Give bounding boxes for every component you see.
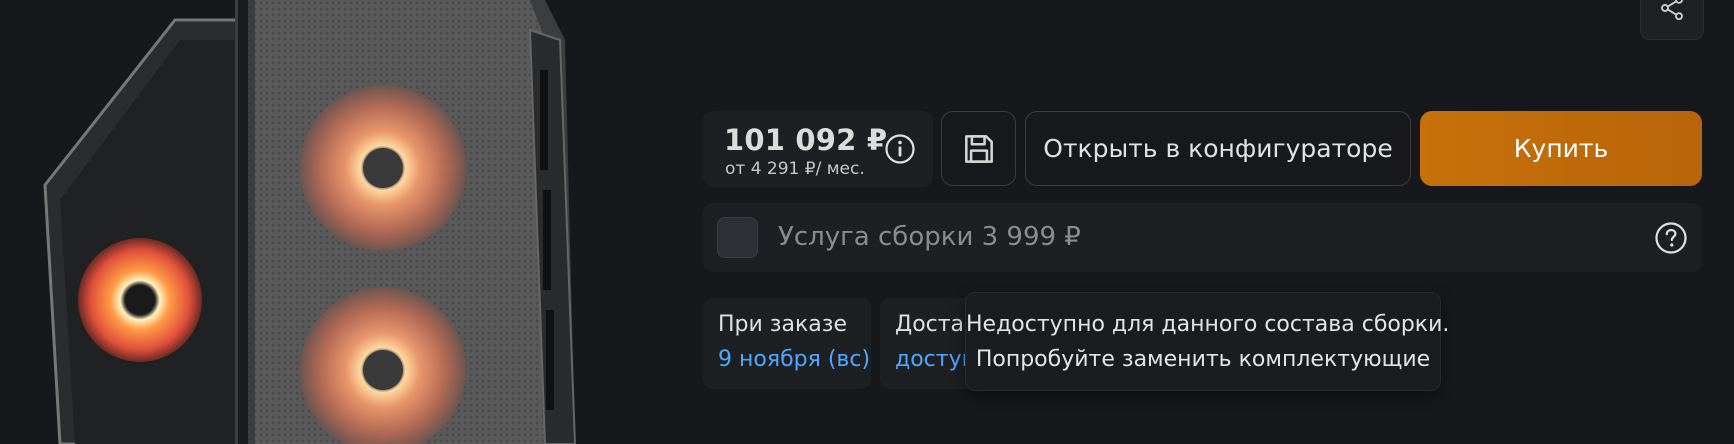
assembly-service-row: Услуга сборки 3 999 ₽ <box>703 203 1702 272</box>
order-date-link[interactable]: 9 ноября (вс) <box>718 347 870 372</box>
delivery-link[interactable]: доступ <box>895 347 976 372</box>
assembly-service-label: Услуга сборки 3 999 ₽ <box>778 222 1081 252</box>
order-date-card: При заказе 9 ноября (вс) <box>703 298 871 389</box>
price-amount: 101 092 ₽ <box>724 123 888 157</box>
price-box: 101 092 ₽ от 4 291 ₽/ мес. <box>703 111 933 187</box>
tooltip-line-2: Попробуйте заменить комплектующие <box>975 347 1431 372</box>
product-image <box>0 0 640 444</box>
info-icon[interactable] <box>884 133 916 165</box>
order-card-title: При заказе <box>718 312 847 337</box>
buy-button[interactable]: Купить <box>1420 111 1702 186</box>
tooltip-line-1: Недоступно для данного состава сборки. <box>966 312 1450 337</box>
open-configurator-button[interactable]: Открыть в конфигураторе <box>1025 111 1411 186</box>
save-button[interactable] <box>941 111 1016 186</box>
product-page: 101 092 ₽ от 4 291 ₽/ мес. Открыть в кон… <box>0 0 1734 444</box>
share-icon <box>1661 0 1683 21</box>
share-button[interactable] <box>1640 0 1704 40</box>
save-icon <box>964 134 993 163</box>
monthly-price: от 4 291 ₽/ мес. <box>725 159 865 179</box>
assembly-service-checkbox[interactable] <box>717 217 758 258</box>
question-icon[interactable] <box>1654 221 1688 255</box>
assembly-unavailable-tooltip: Недоступно для данного состава сборки. П… <box>965 292 1450 391</box>
